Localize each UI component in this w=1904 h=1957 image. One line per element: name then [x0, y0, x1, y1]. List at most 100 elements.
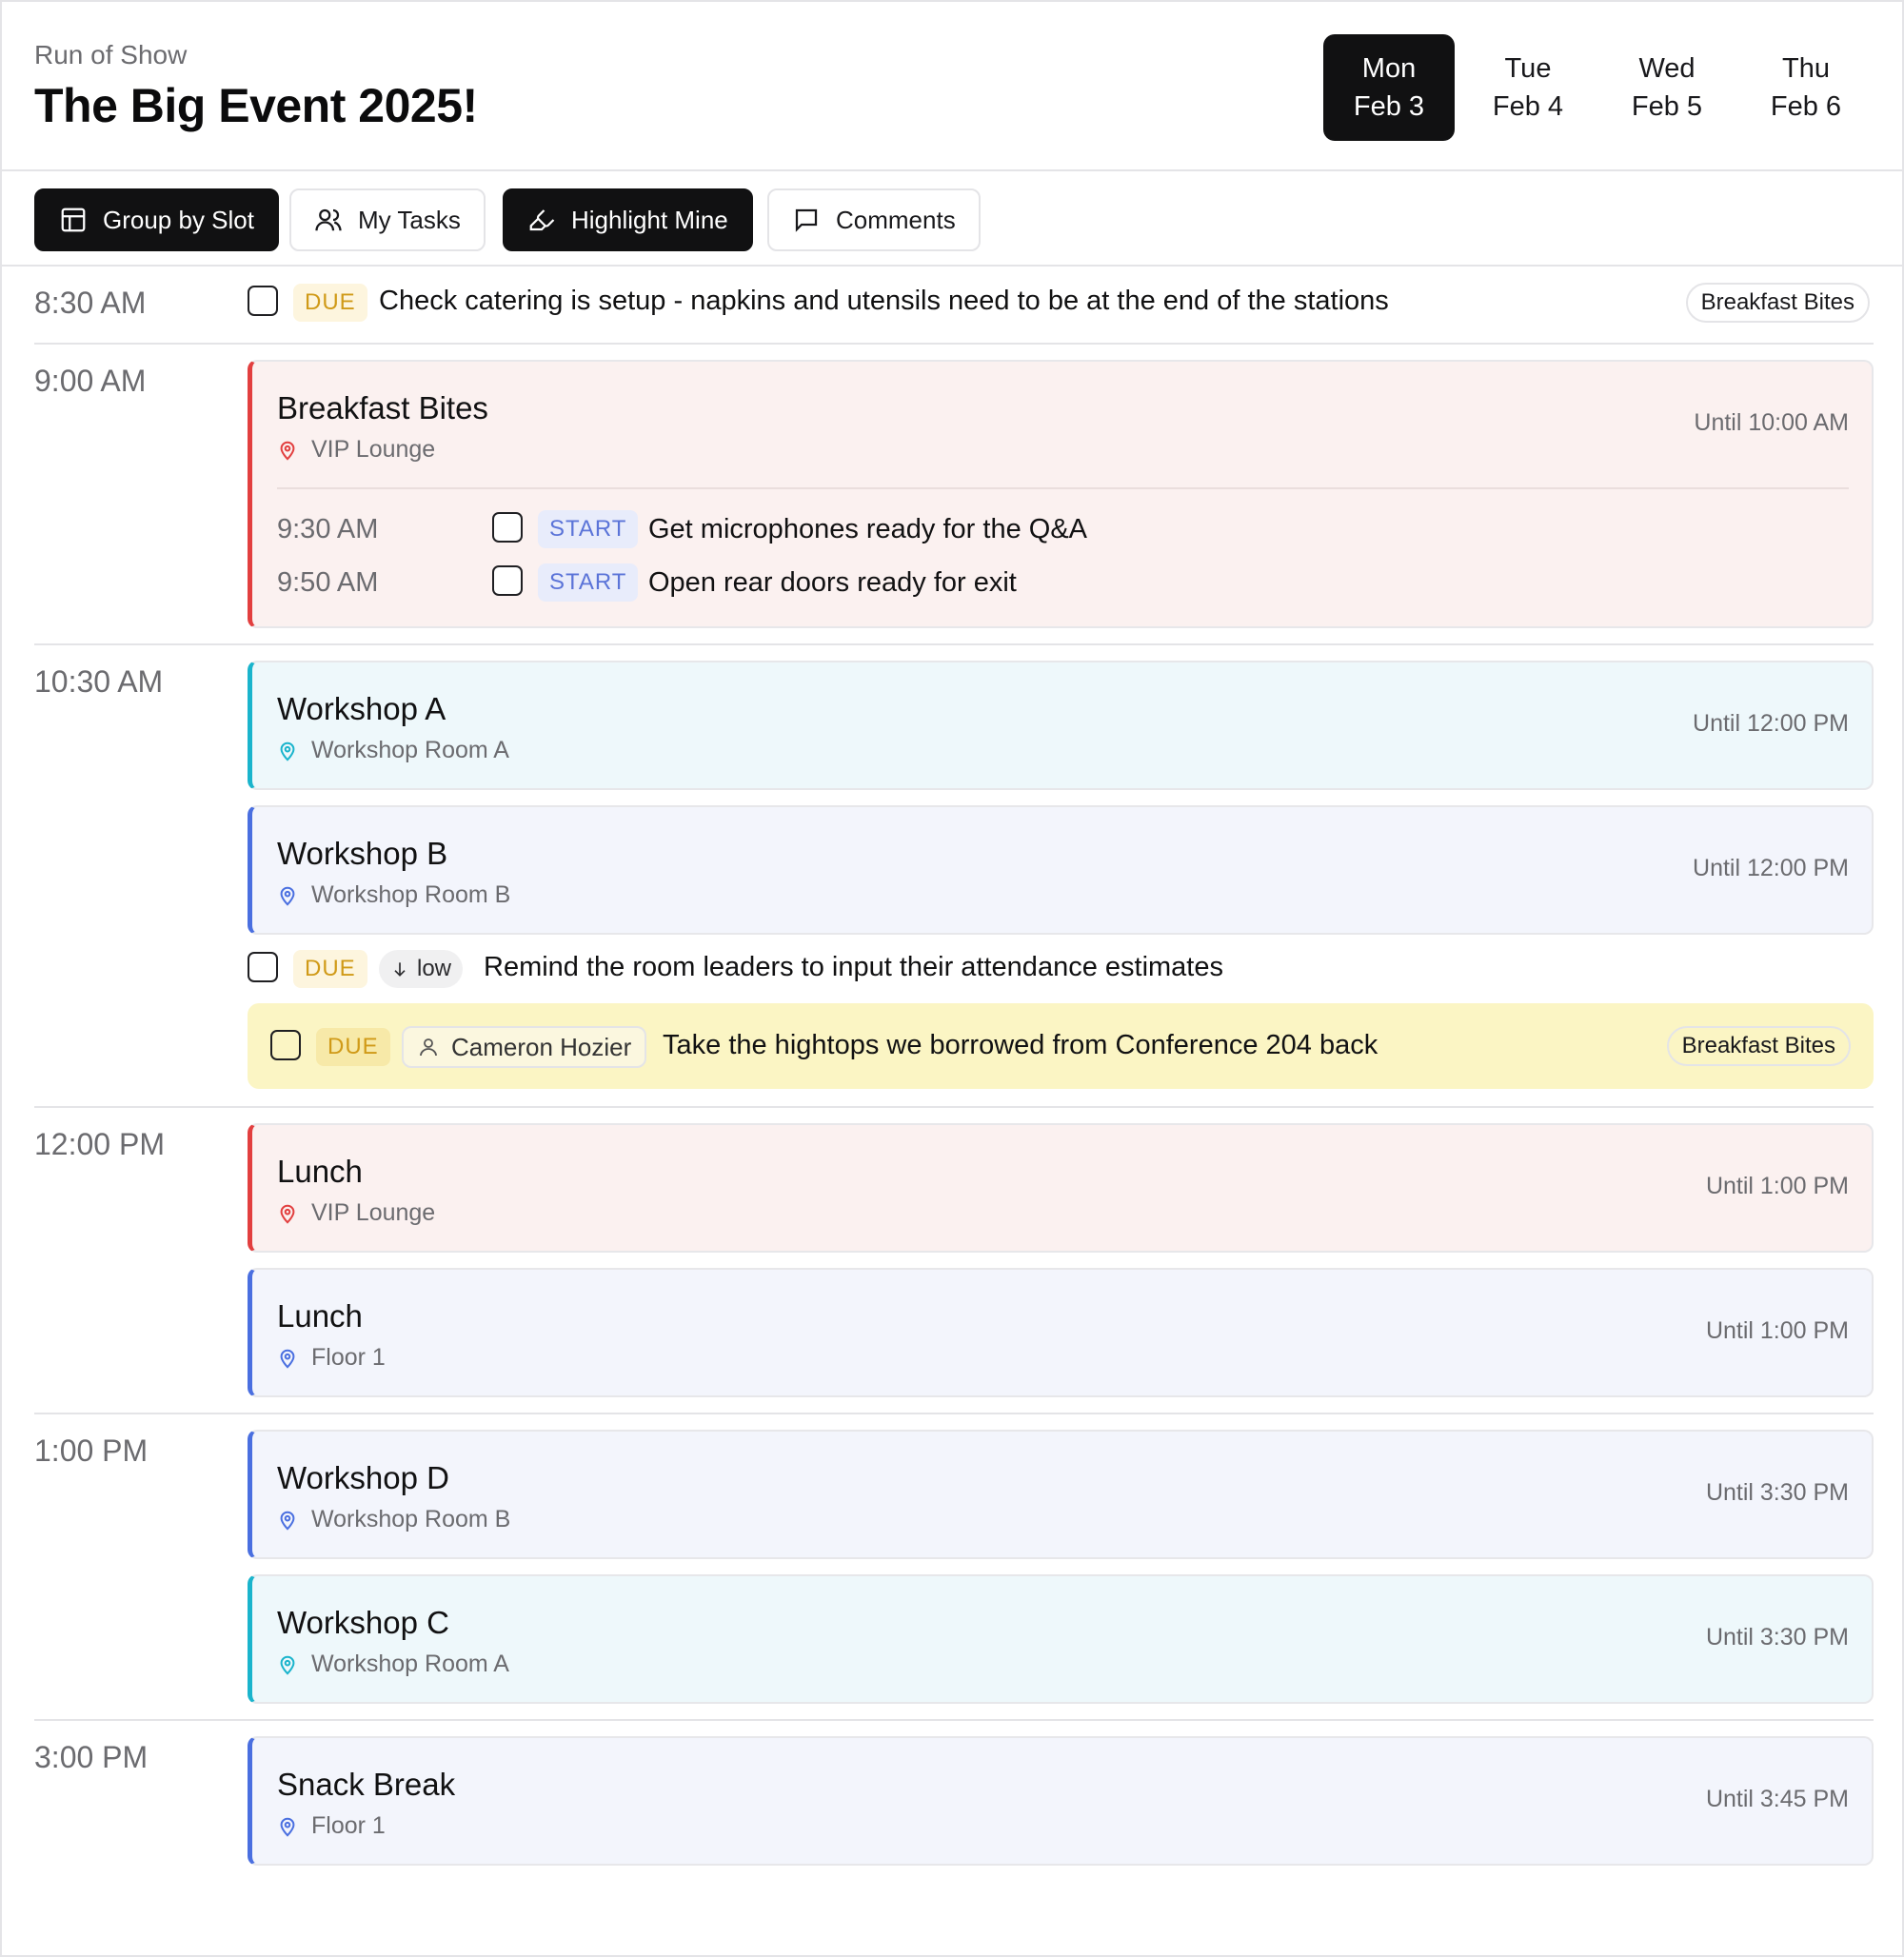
event-until: Until 3:30 PM: [1705, 1624, 1849, 1651]
day-tab-date: Feb 6: [1770, 91, 1842, 122]
slot-time: 8:30 AM: [34, 286, 147, 320]
event-location-label: Workshop Room B: [311, 1506, 511, 1532]
task-text: Remind the room leaders to input their a…: [484, 952, 1223, 982]
day-tab-date: Feb 3: [1353, 91, 1425, 122]
event-location-label: Floor 1: [311, 1344, 386, 1371]
highlight-mine-label: Highlight Mine: [571, 205, 728, 234]
subtask-checkbox[interactable]: [492, 565, 523, 596]
task-text: Check catering is setup - napkins and ut…: [379, 286, 1389, 316]
arrow-down-icon: [394, 962, 406, 977]
event-title: Breakfast Bites: [277, 390, 488, 425]
slot-divider: [34, 1106, 1874, 1108]
event-link-pill[interactable]: Breakfast Bites: [1685, 283, 1870, 323]
event-location-label: Workshop Room A: [311, 1651, 509, 1677]
event-until: Until 3:45 PM: [1705, 1786, 1849, 1812]
event-location-label: Workshop Room B: [311, 881, 511, 908]
event-card-workshop-d[interactable]: Workshop D Workshop Room B Until 3:30 PM: [248, 1430, 1874, 1559]
slot-divider: [34, 1413, 1874, 1414]
assignee-badge: Cameron Hozier: [402, 1026, 647, 1068]
task-checkbox[interactable]: [270, 1030, 301, 1060]
toolbar: Group by Slot My Tasks Highlight Mine Co…: [2, 171, 1902, 267]
map-pin-icon: [280, 1511, 295, 1531]
day-tab-thu[interactable]: Thu Feb 6: [1740, 34, 1872, 141]
event-location: Workshop Room A: [277, 1651, 509, 1678]
day-tabs: Mon Feb 3 Tue Feb 4 Wed Feb 5 Thu Feb 6: [1323, 34, 1872, 141]
highlight-mine-button[interactable]: Highlight Mine: [503, 188, 753, 251]
event-location-label: Floor 1: [311, 1812, 386, 1839]
map-pin-icon: [280, 741, 295, 761]
page-subtitle: Run of Show: [34, 40, 188, 69]
slot-time: 9:00 AM: [34, 364, 147, 398]
event-until: Until 1:00 PM: [1705, 1317, 1849, 1344]
due-tag: DUE: [293, 284, 367, 322]
day-tab-date: Feb 5: [1631, 91, 1703, 122]
slot-divider: [34, 643, 1874, 645]
event-location-label: VIP Lounge: [311, 1199, 436, 1226]
users-icon: [315, 208, 342, 231]
event-card-lunch-vip[interactable]: Lunch VIP Lounge Until 1:00 PM: [248, 1123, 1874, 1253]
day-tab-tue[interactable]: Tue Feb 4: [1462, 34, 1594, 141]
event-until: Until 1:00 PM: [1705, 1173, 1849, 1199]
event-title: Snack Break: [277, 1767, 456, 1802]
event-until: Until 12:00 PM: [1693, 710, 1849, 737]
day-tab-mon[interactable]: Mon Feb 3: [1323, 34, 1455, 141]
event-card-workshop-a[interactable]: Workshop A Workshop Room A Until 12:00 P…: [248, 661, 1874, 790]
subtask-checkbox[interactable]: [492, 512, 523, 543]
event-until: Until 10:00 AM: [1694, 409, 1849, 436]
task-checkbox[interactable]: [248, 952, 278, 982]
map-pin-icon: [280, 1204, 295, 1224]
event-until: Until 3:30 PM: [1705, 1479, 1849, 1506]
event-card-snack-break[interactable]: Snack Break Floor 1 Until 3:45 PM: [248, 1736, 1874, 1866]
event-location: Workshop Room A: [277, 737, 509, 764]
event-title: Lunch: [277, 1298, 363, 1334]
slot-time: 10:30 AM: [34, 664, 164, 699]
event-title: Workshop B: [277, 836, 448, 871]
user-icon: [420, 1038, 437, 1057]
slot-time: 1:00 PM: [34, 1433, 149, 1468]
event-location: Workshop Room B: [277, 1506, 510, 1533]
map-pin-icon: [280, 1655, 295, 1675]
event-title: Lunch: [277, 1154, 363, 1189]
group-by-slot-label: Group by Slot: [103, 205, 254, 234]
day-tab-date: Feb 4: [1492, 91, 1564, 122]
group-by-slot-button[interactable]: Group by Slot: [34, 188, 279, 251]
comments-button[interactable]: Comments: [767, 188, 981, 251]
layout-table-icon: [61, 208, 86, 232]
task-text: Take the hightops we borrowed from Confe…: [663, 1030, 1378, 1060]
subtask-time: 9:30 AM: [277, 514, 379, 544]
day-tab-dow: Thu: [1782, 53, 1830, 84]
event-title: Workshop A: [277, 691, 446, 726]
day-tab-wed[interactable]: Wed Feb 5: [1601, 34, 1733, 141]
event-card-lunch-floor[interactable]: Lunch Floor 1 Until 1:00 PM: [248, 1268, 1874, 1397]
card-divider: [277, 487, 1849, 489]
map-pin-icon: [280, 886, 295, 906]
assignee-name: Cameron Hozier: [451, 1032, 632, 1061]
event-until: Until 12:00 PM: [1693, 855, 1849, 881]
event-location: Floor 1: [277, 1812, 386, 1840]
map-pin-icon: [280, 441, 295, 461]
event-title: Workshop C: [277, 1605, 449, 1640]
day-tab-dow: Wed: [1638, 53, 1696, 84]
event-location: Floor 1: [277, 1344, 386, 1372]
event-location: Workshop Room B: [277, 881, 510, 909]
subtask-text: Open rear doors ready for exit: [648, 567, 1017, 598]
due-tag: DUE: [316, 1028, 390, 1066]
day-tab-dow: Tue: [1504, 53, 1552, 84]
my-tasks-label: My Tasks: [358, 205, 461, 234]
start-tag: START: [538, 510, 639, 548]
priority-label: low: [417, 956, 452, 981]
event-card-breakfast-bites[interactable]: Breakfast Bites VIP Lounge Until 10:00 A…: [248, 360, 1874, 628]
slot-divider: [34, 1719, 1874, 1721]
page-title: The Big Event 2025!: [34, 79, 478, 132]
event-card-workshop-c[interactable]: Workshop C Workshop Room A Until 3:30 PM: [248, 1574, 1874, 1704]
slot-time: 3:00 PM: [34, 1740, 149, 1774]
event-location-label: VIP Lounge: [311, 436, 436, 463]
subtask-time: 9:50 AM: [277, 567, 379, 598]
due-tag: DUE: [293, 950, 367, 988]
event-location: VIP Lounge: [277, 436, 435, 464]
highlighter-icon: [529, 209, 555, 231]
event-card-workshop-b[interactable]: Workshop B Workshop Room B Until 12:00 P…: [248, 805, 1874, 935]
my-tasks-button[interactable]: My Tasks: [289, 188, 486, 251]
task-checkbox[interactable]: [248, 286, 278, 316]
event-link-pill[interactable]: Breakfast Bites: [1666, 1026, 1851, 1066]
